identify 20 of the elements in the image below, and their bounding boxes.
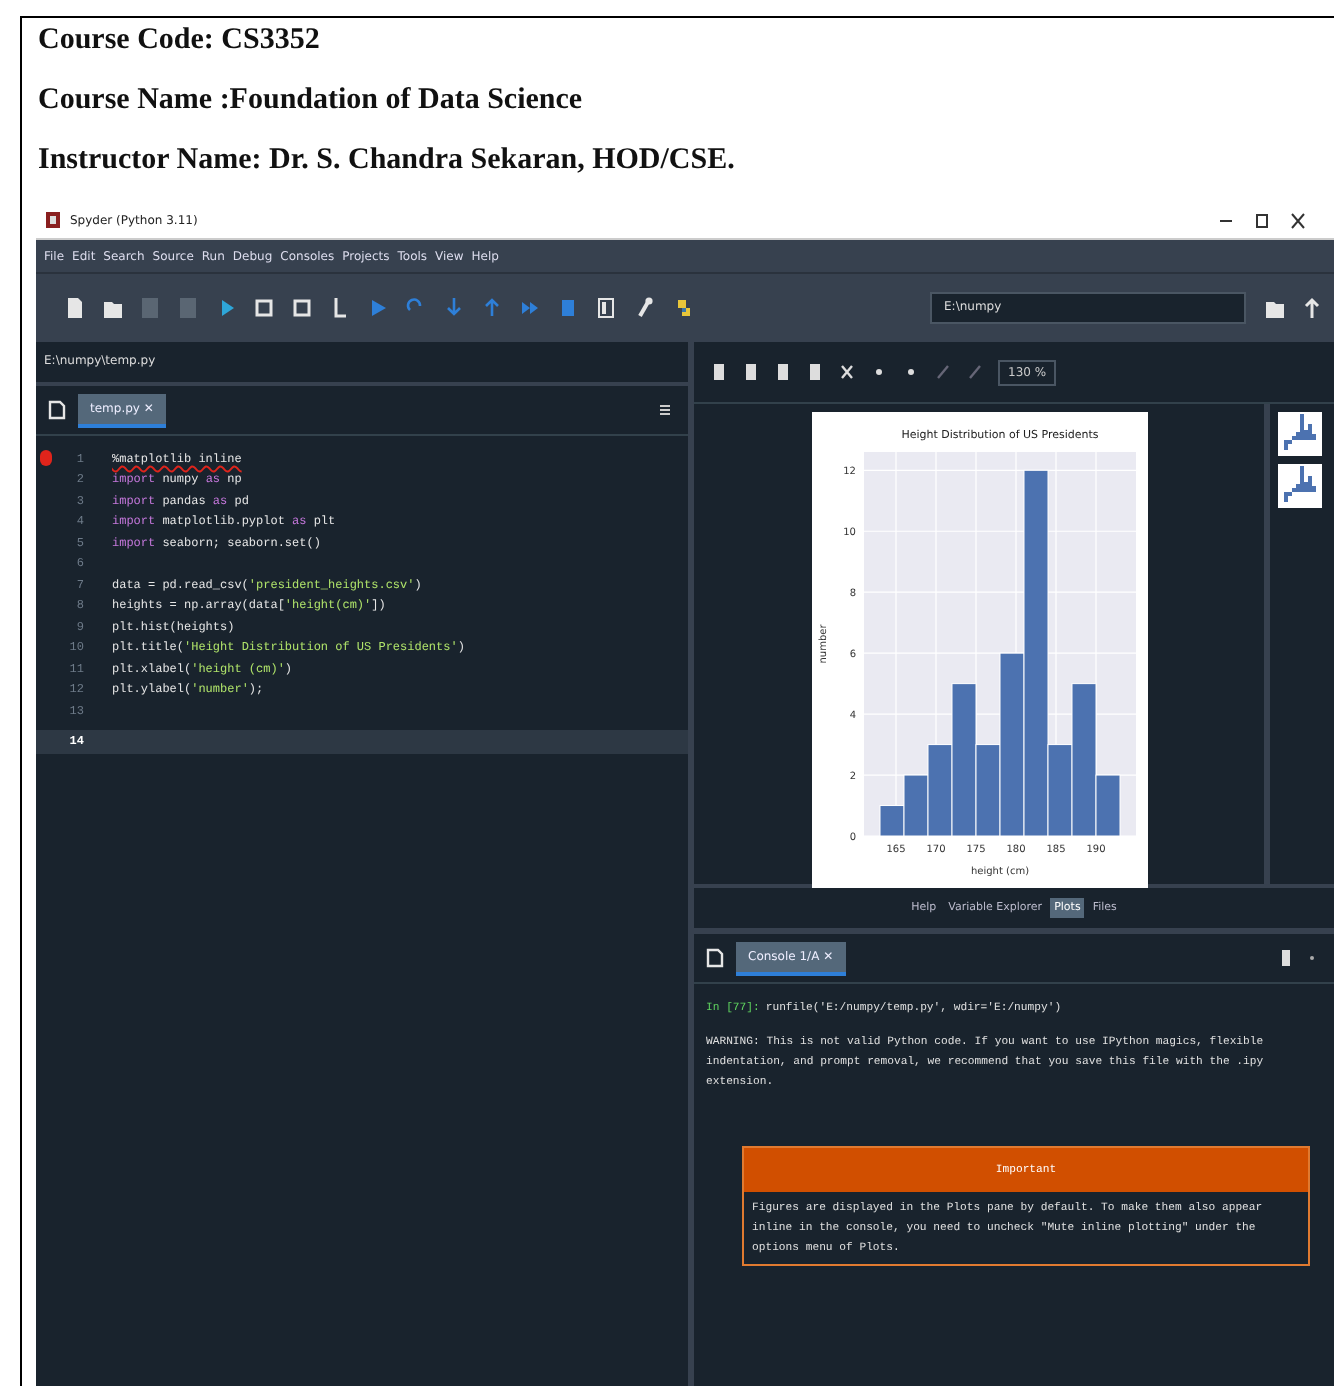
play-icon[interactable] <box>216 296 236 320</box>
heading-line: Course Code: CS3352 <box>36 22 322 60</box>
folder-icon[interactable] <box>1264 296 1284 320</box>
heading-line: Instructor Name: Dr. S. Chandra Sekaran, HOD/CSE. <box>36 142 737 180</box>
fast-forward-icon[interactable] <box>520 296 540 320</box>
arrow-down-icon[interactable] <box>444 296 464 320</box>
app-icon <box>44 210 62 230</box>
stop-icon[interactable] <box>558 296 578 320</box>
maximize-icon[interactable] <box>1254 211 1270 229</box>
play-icon[interactable] <box>368 296 388 320</box>
square-icon[interactable] <box>254 296 274 320</box>
panel-icon[interactable] <box>596 296 616 320</box>
histogram-thumbnail-icon[interactable] <box>1278 412 1322 456</box>
square-icon[interactable] <box>292 296 312 320</box>
histogram-thumbnail-icon[interactable] <box>1278 464 1322 508</box>
menu-icon[interactable] <box>658 402 672 418</box>
heading-line: Course Name :Foundation of Data Science <box>36 82 585 120</box>
close-icon[interactable] <box>838 360 856 384</box>
close-icon[interactable] <box>1290 211 1306 229</box>
folder-icon[interactable] <box>102 296 122 320</box>
